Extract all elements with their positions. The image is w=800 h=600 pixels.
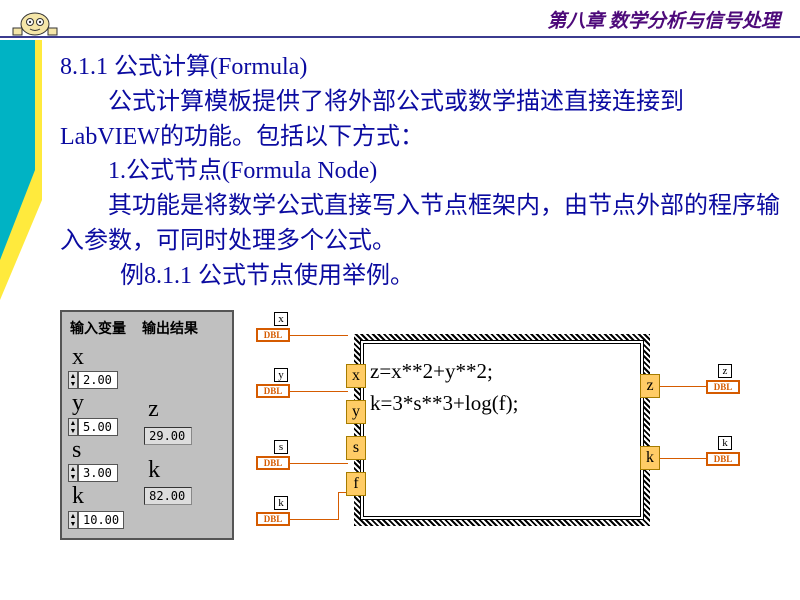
face-icon (10, 8, 60, 38)
stepper-icon[interactable]: ▲▼ (68, 511, 78, 529)
formula-line-2: k=3*s**3+log(f); (370, 388, 634, 420)
list-item-1: 1.公式节点(Formula Node) (60, 154, 780, 189)
var-k-label: k (72, 483, 124, 509)
stepper-icon[interactable]: ▲▼ (68, 371, 78, 389)
node-in-x: x (346, 364, 366, 388)
left-decoration (0, 40, 42, 340)
var-s-label: s (72, 437, 124, 463)
output-header: 输出结果 (142, 318, 198, 338)
stepper-icon[interactable]: ▲▼ (68, 418, 78, 436)
var-y-label: y (72, 390, 124, 416)
term-s-label: s (274, 440, 288, 454)
slide-text: 8.1.1 公式计算(Formula) 公式计算模板提供了将外部公式或数学描述直… (60, 50, 780, 294)
out-k-value: 82.00 (144, 487, 192, 505)
term-kout-dbl: DBL (706, 452, 740, 466)
var-x-value[interactable]: 2.00 (78, 371, 118, 389)
node-in-y: y (346, 400, 366, 424)
input-header: 输入变量 (70, 318, 126, 338)
block-diagram: x DBL y DBL s DBL k DBL z=x**2+y**2; k=3… (256, 310, 766, 570)
node-out-z: z (640, 374, 660, 398)
formula-node[interactable]: z=x**2+y**2; k=3*s**3+log(f); (360, 340, 644, 520)
chapter-title: 第八章 数学分析与信号处理 (547, 6, 780, 33)
term-kout-label: k (718, 436, 732, 450)
node-in-s: s (346, 436, 366, 460)
term-s-dbl: DBL (256, 456, 290, 470)
node-out-k: k (640, 446, 660, 470)
paragraph-2: 其功能是将数学公式直接写入节点框架内，由节点外部的程序输入参数，可同时处理多个公… (60, 189, 780, 259)
var-k-value[interactable]: 10.00 (78, 511, 124, 529)
stepper-icon[interactable]: ▲▼ (68, 464, 78, 482)
section-heading: 8.1.1 公式计算(Formula) (60, 50, 780, 85)
out-k-label: k (148, 457, 192, 483)
node-in-f: f (346, 472, 366, 496)
var-s-value[interactable]: 3.00 (78, 464, 118, 482)
term-k-label: k (274, 496, 288, 510)
term-x-dbl: DBL (256, 328, 290, 342)
paragraph-1: 公式计算模板提供了将外部公式或数学描述直接连接到LabVIEW的功能。包括以下方… (60, 85, 780, 155)
var-x-label: x (72, 344, 124, 370)
term-z-label: z (718, 364, 732, 378)
term-y-dbl: DBL (256, 384, 290, 398)
term-x-label: x (274, 312, 288, 326)
var-y-value[interactable]: 5.00 (78, 418, 118, 436)
out-z-label: z (148, 396, 192, 422)
formula-line-1: z=x**2+y**2; (370, 356, 634, 388)
paragraph-3: 例8.1.1 公式节点使用举例。 (60, 259, 780, 294)
header-rule (0, 36, 800, 38)
out-z-value: 29.00 (144, 427, 192, 445)
term-y-label: y (274, 368, 288, 382)
term-k-dbl: DBL (256, 512, 290, 526)
term-z-dbl: DBL (706, 380, 740, 394)
front-panel: 输入变量 输出结果 x ▲▼ 2.00 y ▲▼ 5.00 s ▲▼ 3.00 (60, 310, 234, 540)
